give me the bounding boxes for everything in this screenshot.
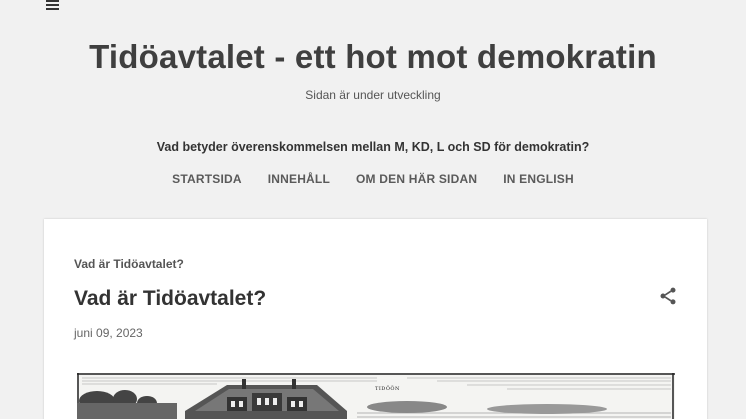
nav-item-startsida[interactable]: STARTSIDA — [172, 172, 242, 186]
site-title[interactable]: Tidöavtalet - ett hot mot demokratin — [0, 38, 746, 76]
main-nav: STARTSIDA INNEHÅLL OM DEN HÄR SIDAN IN E… — [0, 172, 746, 186]
share-icon[interactable] — [658, 286, 678, 306]
post-breadcrumb[interactable]: Vad är Tidöavtalet? — [74, 257, 184, 271]
site-description: Sidan är under utveckling — [305, 88, 441, 102]
post-date[interactable]: juni 09, 2023 — [74, 326, 143, 340]
nav-item-innehall[interactable]: INNEHÅLL — [268, 172, 330, 186]
post-title[interactable]: Vad är Tidöavtalet? — [74, 287, 266, 311]
post-engraving-image[interactable]: TIDÖÖN — [77, 373, 675, 419]
nav-item-in-english[interactable]: IN ENGLISH — [503, 172, 574, 186]
nav-item-om-sidan[interactable]: OM DEN HÄR SIDAN — [356, 172, 477, 186]
image-caption: TIDÖÖN — [375, 386, 400, 392]
post-card: Vad är Tidöavtalet? Vad är Tidöavtalet? … — [44, 219, 707, 419]
blog-page: Tidöavtalet - ett hot mot demokratin Sid… — [0, 0, 746, 419]
hamburger-menu-icon[interactable] — [44, 0, 61, 12]
site-tagline: Vad betyder överenskommelsen mellan M, K… — [156, 140, 590, 154]
